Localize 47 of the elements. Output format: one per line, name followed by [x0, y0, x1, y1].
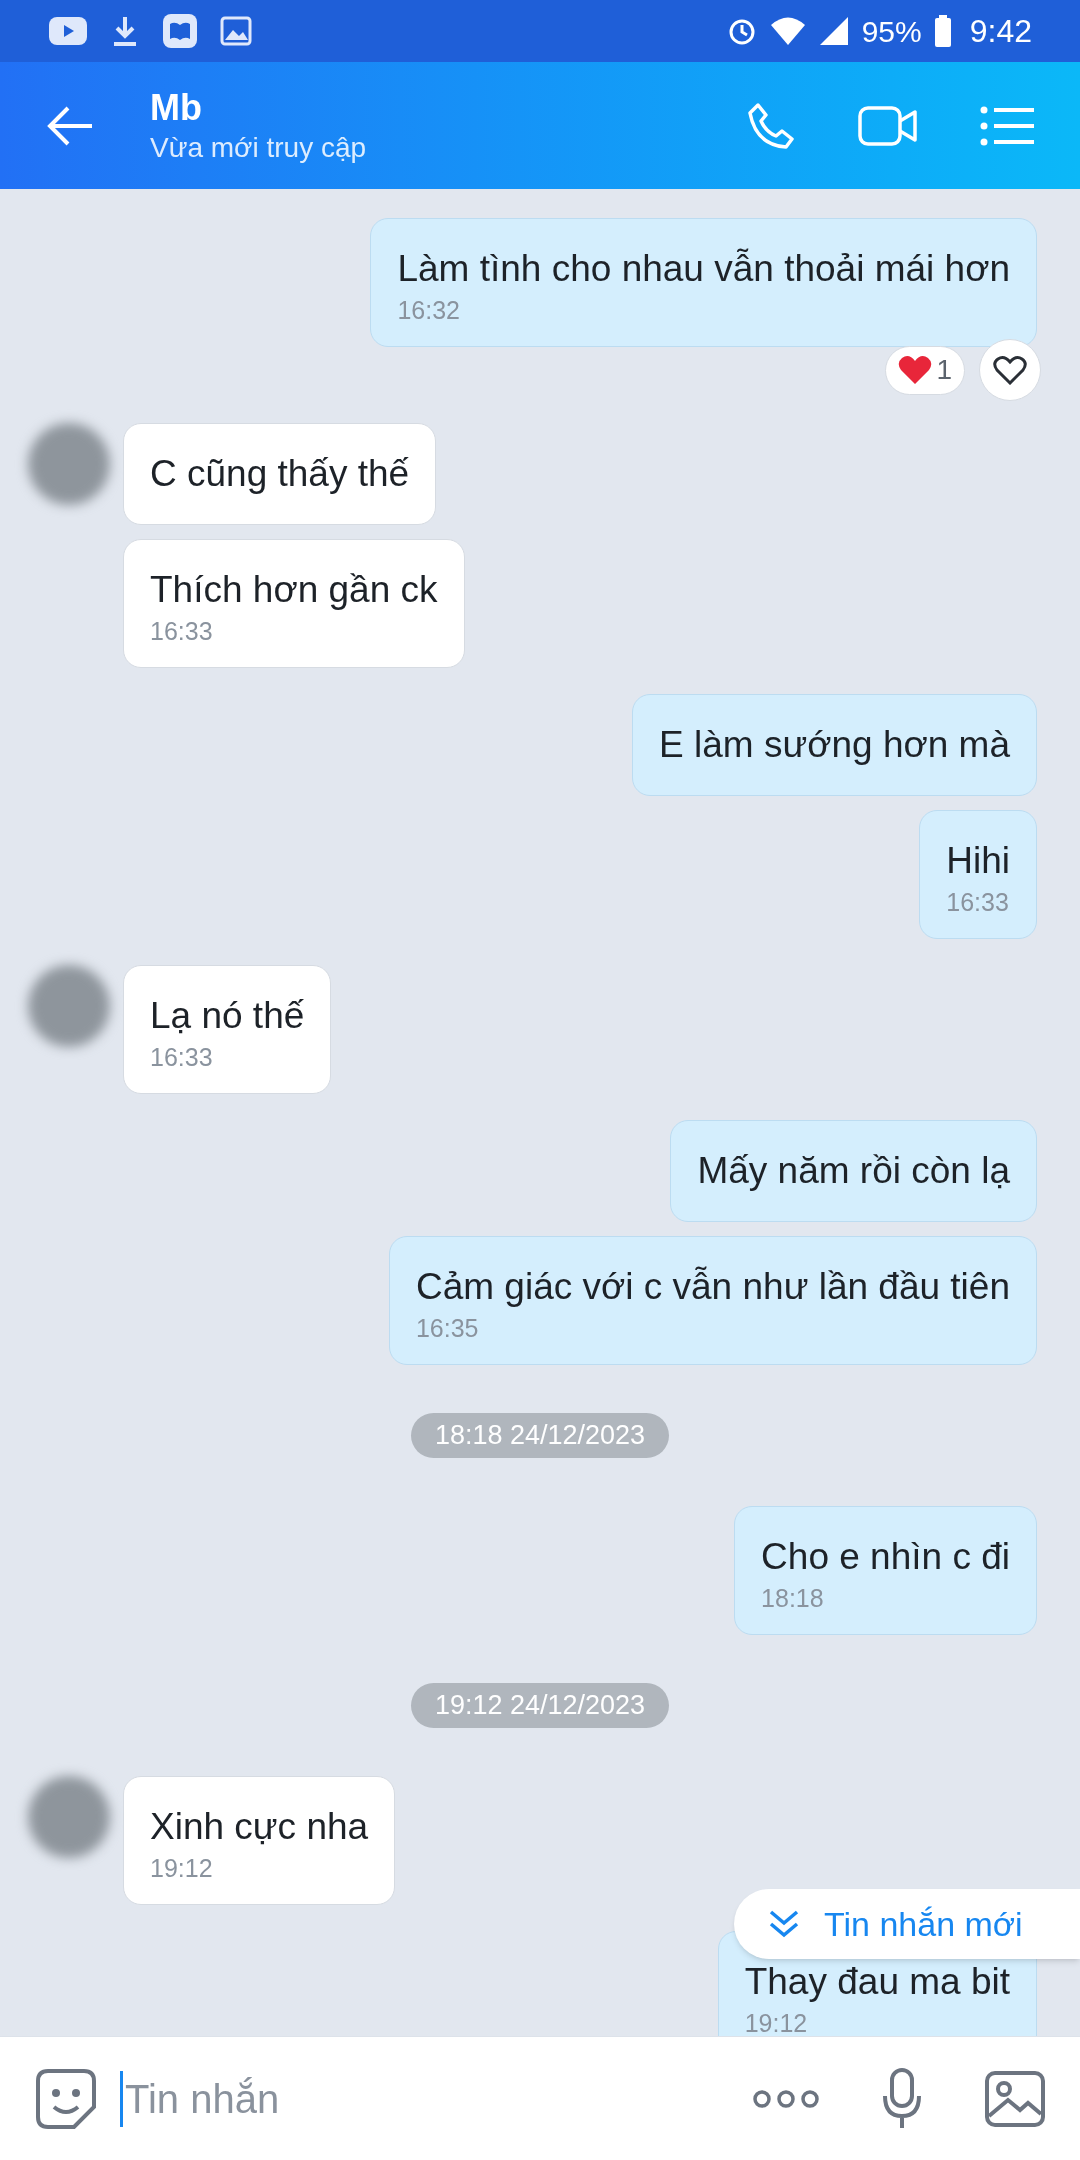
message-time: 19:12: [744, 2008, 809, 2036]
message-time: 16:33: [150, 1042, 214, 1073]
message-text: Làm tình cho nhau vẫn thoải mái hơn: [397, 247, 1010, 291]
message-time: 18:18: [761, 1583, 825, 1614]
message-time: 16:33: [946, 887, 1010, 918]
video-app-icon: [48, 16, 88, 46]
phone-icon[interactable]: [746, 100, 796, 151]
battery-icon: [933, 15, 952, 47]
last-seen-status: Vừa mới truy cập: [150, 130, 367, 165]
message-time: 16:32: [397, 295, 461, 326]
contact-name: Mb: [150, 85, 203, 130]
clock: 9:42: [969, 12, 1032, 51]
message-text: Xinh cực nha: [150, 1805, 369, 1849]
message-text: Hihi: [946, 839, 1010, 883]
message-text: Thay đau ma bit: [744, 1960, 1010, 2004]
message-time: 19:12: [150, 1853, 214, 1884]
heart-icon: [898, 355, 933, 385]
more-icon[interactable]: [752, 2088, 820, 2109]
wifi-icon: [769, 16, 806, 46]
battery-percentage: 95%: [861, 13, 922, 50]
microphone-icon[interactable]: [882, 2067, 922, 2130]
new-messages-button[interactable]: Tin nhắn mới: [734, 1889, 1080, 1959]
double-chevron-icon: [768, 1909, 800, 1939]
message-text: C cũng thấy thế: [150, 452, 410, 496]
sticker-icon[interactable]: [34, 2066, 98, 2131]
reaction-chip[interactable]: 1: [885, 345, 965, 395]
heart-icon: [993, 355, 1027, 385]
video-call-icon[interactable]: [858, 103, 918, 148]
avatar[interactable]: [28, 1776, 110, 1858]
message-time: 16:33: [150, 616, 214, 647]
menu-icon[interactable]: [980, 104, 1034, 147]
date-separator: 18:18 24/12/2023: [410, 1413, 670, 1458]
message-text: Cảm giác với c vẫn như lần đầu tiên: [415, 1265, 1010, 1309]
back-icon[interactable]: [46, 105, 94, 146]
date-separator: 19:12 24/12/2023: [410, 1683, 670, 1728]
message-text: Cho e nhìn c đi: [761, 1535, 1010, 1579]
message-text: E làm sướng hơn mà: [659, 723, 1010, 767]
message-text: Thích hơn gần ck: [150, 568, 438, 612]
image-icon[interactable]: [984, 2069, 1046, 2128]
image-icon: [220, 16, 252, 46]
avatar[interactable]: [28, 965, 110, 1047]
book-icon: [162, 13, 198, 49]
message-text: Lạ nó thế: [150, 994, 305, 1038]
text-cursor: [120, 2070, 123, 2127]
message-text: Mấy năm rồi còn lạ: [697, 1149, 1010, 1193]
message-time: 16:35: [415, 1313, 480, 1344]
avatar[interactable]: [28, 423, 110, 505]
